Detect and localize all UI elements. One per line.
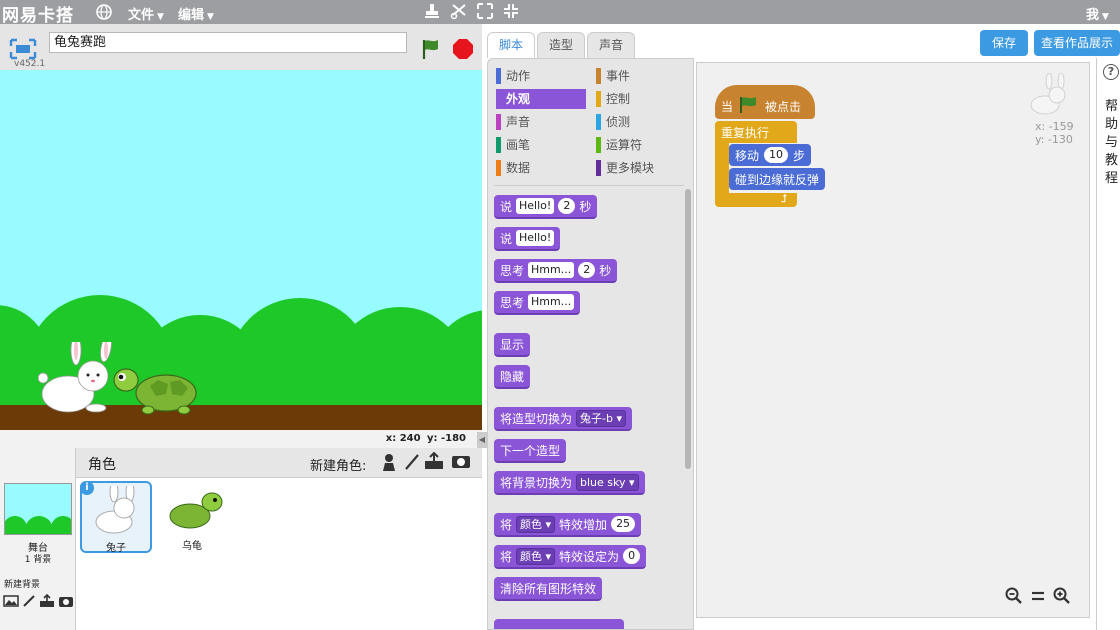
mouse-x-readout: x: 240 bbox=[385, 433, 421, 444]
new-backdrop-label: 新建背景 bbox=[4, 580, 41, 590]
category-operators[interactable]: 运算符 bbox=[596, 135, 684, 155]
sprite-header-title: 角色 bbox=[88, 457, 116, 473]
block-palette: 动作 事件 外观 控制 声音 侦测 画笔 运算符 数据 更多模块 说 Hello!… bbox=[487, 58, 694, 630]
block-switch-backdrop[interactable]: 将背景切换为 blue sky ▾ bbox=[494, 471, 645, 495]
green-flag-icon[interactable] bbox=[420, 38, 442, 60]
sprite-tile-label: 乌龟 bbox=[182, 541, 202, 552]
block-partial[interactable] bbox=[494, 619, 624, 629]
turtle-sprite[interactable] bbox=[110, 364, 200, 416]
info-icon[interactable]: i bbox=[80, 481, 94, 495]
help-icon[interactable]: ? bbox=[1103, 64, 1119, 80]
category-control[interactable]: 控制 bbox=[596, 89, 684, 109]
block-clear-effects[interactable]: 清除所有图形特效 bbox=[494, 577, 603, 601]
mouse-coordinates: x: 240 y: -180 bbox=[0, 430, 482, 448]
category-sound[interactable]: 声音 bbox=[496, 112, 584, 132]
sprite-watermark bbox=[1027, 72, 1073, 119]
zoom-out-icon[interactable] bbox=[1005, 587, 1023, 609]
fullscreen-icon[interactable] bbox=[9, 38, 37, 60]
upload-sprite-icon[interactable] bbox=[424, 451, 444, 474]
brush-icon[interactable] bbox=[22, 594, 36, 612]
stage-thumbnail[interactable] bbox=[4, 483, 72, 535]
block-switch-costume[interactable]: 将造型切换为 兔子-b ▾ bbox=[494, 407, 632, 431]
sprite-y-readout: y: -130 bbox=[1035, 133, 1073, 146]
sprite-list: 兔子 i 乌龟 bbox=[76, 478, 482, 630]
sprite-library-icon[interactable] bbox=[380, 452, 398, 476]
view-project-button[interactable]: 查看作品展示 bbox=[1034, 30, 1120, 56]
stage-backdrop-count: 1 背景 bbox=[24, 555, 52, 565]
stage-canvas[interactable] bbox=[0, 70, 482, 430]
grow-icon[interactable] bbox=[475, 2, 495, 22]
block-set-effect[interactable]: 将颜色 ▾ 特效设定为 0 bbox=[494, 545, 647, 569]
shrink-icon[interactable] bbox=[501, 2, 521, 22]
category-more-blocks[interactable]: 更多模块 bbox=[596, 158, 684, 178]
upload-icon[interactable] bbox=[39, 593, 55, 612]
sprite-x-readout: x: -159 bbox=[1035, 120, 1074, 133]
sprite-header: 角色 新建角色: bbox=[76, 448, 482, 478]
category-events[interactable]: 事件 bbox=[596, 66, 684, 86]
forever-label: 重复执行 bbox=[721, 126, 770, 140]
save-button[interactable]: 保存 bbox=[980, 30, 1028, 56]
script-hat-when-flag-clicked[interactable]: 当 被点击 bbox=[715, 85, 815, 119]
help-panel: ? 帮助与教程 bbox=[1096, 58, 1120, 630]
block-think-for-secs[interactable]: 思考 Hmm... 2 秒 bbox=[494, 259, 618, 283]
palette-scrollbar[interactable] bbox=[685, 189, 691, 469]
block-change-effect[interactable]: 将颜色 ▾ 特效增加 25 bbox=[494, 513, 642, 537]
menu-edit[interactable]: 编辑 ▼ bbox=[178, 4, 214, 23]
sprite-tile-label: 兔子 bbox=[106, 543, 126, 554]
script-bounce-on-edge[interactable]: 碰到边缘就反弹 bbox=[729, 168, 826, 190]
user-menu[interactable]: 我 ▼ bbox=[1086, 4, 1109, 23]
tab-sounds[interactable]: 声音 bbox=[587, 32, 635, 58]
camera-icon[interactable] bbox=[58, 594, 74, 612]
loop-arrow-icon: ⮥ bbox=[781, 192, 788, 205]
category-sensing[interactable]: 侦测 bbox=[596, 112, 684, 132]
category-looks[interactable]: 外观 bbox=[496, 89, 586, 109]
block-think[interactable]: 思考 Hmm... bbox=[494, 291, 581, 315]
project-title-input[interactable]: 龟兔赛跑 bbox=[49, 32, 407, 53]
menu-file[interactable]: 文件 ▼ bbox=[128, 4, 164, 23]
version-label: v452.1 bbox=[14, 59, 46, 69]
stop-icon[interactable] bbox=[452, 38, 474, 60]
new-backdrop-tools bbox=[3, 593, 74, 612]
camera-sprite-icon[interactable] bbox=[451, 453, 471, 473]
help-text[interactable]: 帮助与教程 bbox=[1105, 98, 1119, 188]
block-next-costume[interactable]: 下一个造型 bbox=[494, 439, 567, 463]
script-move-steps[interactable]: 移动 10 步 bbox=[729, 144, 812, 166]
delete-scissors-icon[interactable] bbox=[449, 2, 469, 22]
zoom-in-icon[interactable] bbox=[1053, 587, 1071, 609]
category-data[interactable]: 数据 bbox=[496, 158, 584, 178]
paint-library-icon[interactable] bbox=[3, 594, 19, 612]
zoom-reset-icon[interactable] bbox=[1029, 587, 1047, 609]
paint-sprite-icon[interactable] bbox=[404, 453, 420, 475]
palette-divider bbox=[494, 185, 684, 186]
block-say[interactable]: 说 Hello! bbox=[494, 227, 561, 251]
rabbit-sprite[interactable] bbox=[37, 333, 113, 417]
block-say-for-secs[interactable]: 说 Hello! 2 秒 bbox=[494, 195, 598, 219]
globe-icon[interactable] bbox=[95, 3, 113, 21]
category-motion[interactable]: 动作 bbox=[496, 66, 584, 86]
flag-icon bbox=[738, 96, 760, 117]
tab-scripts[interactable]: 脚本 bbox=[487, 32, 535, 58]
duplicate-stamp-icon[interactable] bbox=[422, 2, 442, 22]
block-show[interactable]: 显示 bbox=[494, 333, 531, 357]
stage-collapse-handle[interactable]: ◀ bbox=[477, 432, 487, 448]
app-logo[interactable]: 网易卡搭 bbox=[2, 1, 74, 26]
zoom-controls bbox=[1005, 587, 1071, 609]
mouse-y-readout: y: -180 bbox=[426, 433, 466, 444]
block-hide[interactable]: 隐藏 bbox=[494, 365, 531, 389]
category-pen[interactable]: 画笔 bbox=[496, 135, 584, 155]
sprite-tile-turtle[interactable]: 乌龟 bbox=[156, 481, 228, 553]
new-sprite-label: 新建角色: bbox=[310, 459, 367, 474]
tab-costumes[interactable]: 造型 bbox=[537, 32, 585, 58]
top-menu-bar: 网易卡搭 文件 ▼ 编辑 ▼ 我 ▼ bbox=[0, 0, 1120, 26]
scripts-area[interactable]: x: -159 y: -130 当 被点击 重复执行 ⮥ 移动 10 步 碰到边缘就… bbox=[696, 62, 1090, 618]
